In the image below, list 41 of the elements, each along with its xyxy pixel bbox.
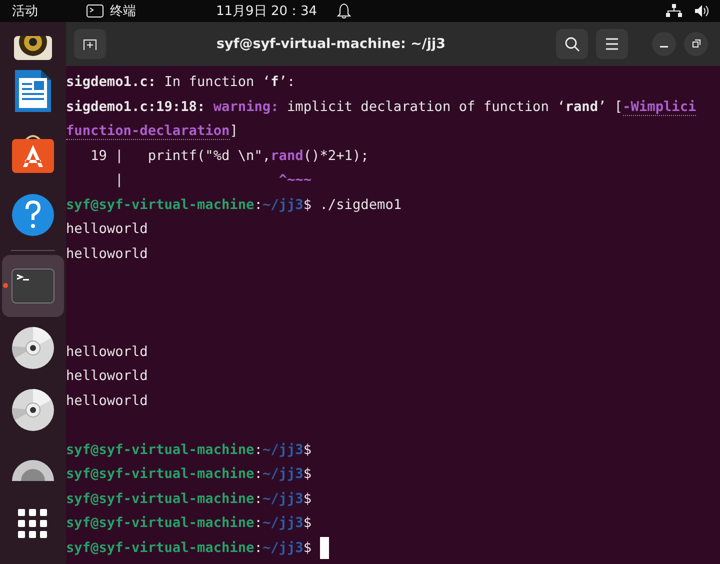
terminal-icon	[86, 4, 104, 18]
clock[interactable]: 11月9日 20：34	[216, 2, 318, 20]
terminal-line: helloworld	[66, 367, 148, 386]
network-icon	[666, 4, 682, 18]
maximize-icon	[691, 39, 701, 49]
terminal-line: 19 | printf("%d \n",rand()*2+1);	[90, 146, 369, 165]
app-grid-icon[interactable]	[18, 509, 48, 539]
shell-prompt: syf@syf-virtual-machine:~/jj3$	[66, 440, 312, 459]
terminal-line: sigdemo1.c:19:18: warning: implicit declaration of function ‘rand’ [-Wimplici	[66, 98, 696, 116]
app-menu[interactable]: 终端	[110, 2, 136, 20]
new-tab-button[interactable]	[74, 29, 106, 59]
terminal-icon[interactable]	[11, 268, 55, 304]
help-icon[interactable]	[11, 193, 55, 237]
menu-button[interactable]	[596, 29, 628, 59]
shell-prompt: syf@syf-virtual-machine:~/jj3$	[66, 538, 312, 557]
search-icon	[564, 36, 580, 52]
terminal-line: helloworld	[66, 220, 148, 238]
terminal-line: helloworld	[66, 342, 148, 361]
terminal-line: sigdemo1.c: In function ‘f’:	[66, 73, 296, 92]
disc-icon[interactable]	[11, 326, 55, 370]
terminal-line: | ^~~~	[114, 171, 312, 190]
activities-button[interactable]: 活动	[12, 2, 38, 20]
new-tab-icon	[83, 37, 97, 51]
shell-prompt: syf@syf-virtual-machine:~/jj3$ ./sigdemo1	[66, 196, 402, 214]
speaker-icon[interactable]	[14, 36, 52, 60]
menu-icon	[605, 38, 619, 50]
disc-icon[interactable]	[11, 388, 55, 432]
shell-prompt: syf@syf-virtual-machine:~/jj3$	[66, 490, 312, 508]
minimize-icon	[660, 46, 668, 48]
volume-icon	[694, 4, 710, 18]
terminal-line: helloworld	[66, 244, 148, 263]
search-button[interactable]	[556, 29, 588, 59]
shell-prompt: syf@syf-virtual-machine:~/jj3$	[66, 514, 312, 532]
shell-prompt: syf@syf-virtual-machine:~/jj3$	[66, 465, 312, 484]
maximize-button[interactable]	[684, 32, 708, 56]
window-title: syf@syf-virtual-machine: ~/jj3	[216, 36, 446, 52]
bell-icon	[337, 3, 352, 19]
minimize-button[interactable]	[652, 32, 676, 56]
document-icon[interactable]	[13, 68, 53, 114]
terminal-line: function-declaration]	[66, 122, 238, 140]
terminal-line: helloworld	[66, 392, 148, 410]
